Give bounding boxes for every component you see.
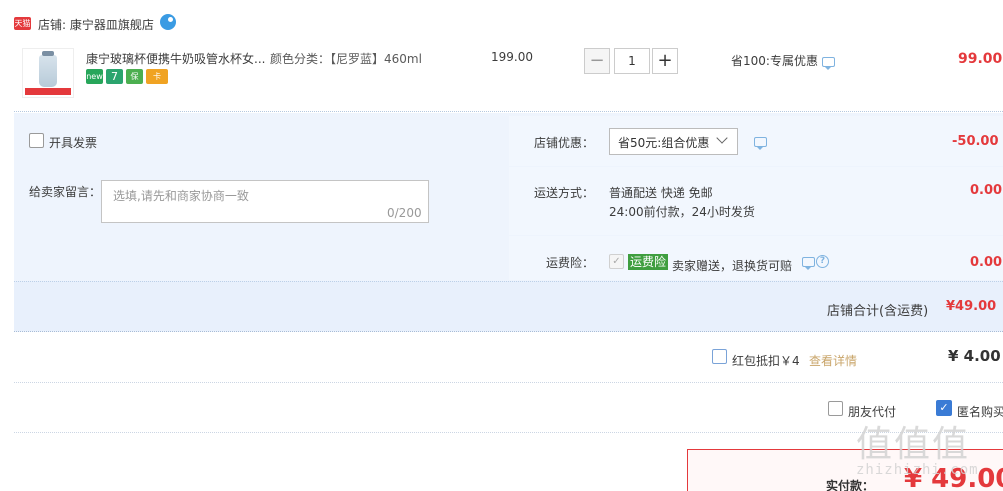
product-sku: 颜色分类：【尼罗蓝】460ml xyxy=(270,52,422,66)
watermark-text: zhizhizhi.com xyxy=(856,462,979,478)
invoice-checkbox[interactable] xyxy=(29,133,44,148)
seven-day-return-icon[interactable]: 7 xyxy=(106,69,123,84)
message-char-count: 0/200 xyxy=(387,206,422,220)
insurance-help-icon[interactable]: ? xyxy=(816,255,829,268)
unit-price: 199.00 xyxy=(491,50,533,64)
anonymous-checkbox[interactable]: ✓ xyxy=(936,400,952,416)
shop-name[interactable]: 店铺: 康宁器皿旗舰店 xyxy=(38,16,154,33)
tmall-badge: 天猫 xyxy=(14,17,31,30)
payment-label: 实付款： xyxy=(826,479,875,491)
quantity-input[interactable]: 1 xyxy=(614,48,650,74)
product-thumbnail[interactable] xyxy=(22,48,74,98)
card-payment-icon[interactable]: 卡 xyxy=(146,69,168,84)
product-title[interactable]: 康宁玻璃杯便携牛奶吸管水杯女... xyxy=(86,50,266,67)
insurance-tag: 运费险 xyxy=(628,254,669,270)
shop-discount-label: 店铺优惠： xyxy=(534,136,595,150)
promo-comment-icon[interactable] xyxy=(822,57,835,70)
guarantee-icon[interactable]: 保 xyxy=(126,69,143,84)
redpack-amount: ¥ 4.00 xyxy=(948,347,1001,365)
shipping-label: 运送方式： xyxy=(534,186,595,200)
insurance-amount: 0.00 xyxy=(970,255,1003,270)
section-divider xyxy=(14,382,1003,383)
shipping-section xyxy=(509,167,1003,235)
insurance-checkbox: ✓ xyxy=(609,254,624,269)
item-promo: 省100:专属优惠 xyxy=(731,54,818,68)
item-subtotal: 99.00 xyxy=(958,51,1003,67)
quantity-decrease-button[interactable]: − xyxy=(584,48,610,74)
friend-pay-checkbox[interactable] xyxy=(828,401,843,416)
redpack-checkbox[interactable] xyxy=(712,349,727,364)
message-label: 给卖家留言： xyxy=(29,185,102,199)
quantity-increase-button[interactable]: + xyxy=(652,48,678,74)
wangwang-chat-icon[interactable] xyxy=(160,14,176,30)
redpack-label[interactable]: 红包抵扣￥4 xyxy=(732,352,800,369)
watermark-logo: 值值值 xyxy=(856,424,971,465)
redpack-details-link[interactable]: 查看详情 xyxy=(809,352,857,369)
shop-total-label: 店铺合计(含运费) xyxy=(827,304,929,319)
thumbnail-promo-strip xyxy=(25,88,71,95)
insurance-comment-icon[interactable] xyxy=(802,257,815,270)
shipping-method: 普通配送 快递 免邮 xyxy=(609,186,713,200)
insurance-label: 运费险： xyxy=(546,256,595,270)
message-placeholder: 选填,请先和商家协商一致 xyxy=(113,189,249,203)
shipping-time: 24:00前付款，24小时发货 xyxy=(609,205,755,219)
shop-discount-amount: -50.00 xyxy=(952,134,999,149)
shop-discount-value[interactable]: 省50元:组合优惠 xyxy=(618,134,709,151)
shop-total-amount: ¥49.00 xyxy=(946,299,997,314)
discount-comment-icon[interactable] xyxy=(754,137,767,150)
invoice-label[interactable]: 开具发票 xyxy=(49,134,97,151)
section-divider xyxy=(14,432,1003,433)
insurance-description: 卖家赠送，退换货可赔 xyxy=(672,259,793,273)
shipping-amount: 0.00 xyxy=(970,183,1003,198)
new-service-icon[interactable]: new xyxy=(86,69,103,84)
cup-image xyxy=(39,51,57,87)
